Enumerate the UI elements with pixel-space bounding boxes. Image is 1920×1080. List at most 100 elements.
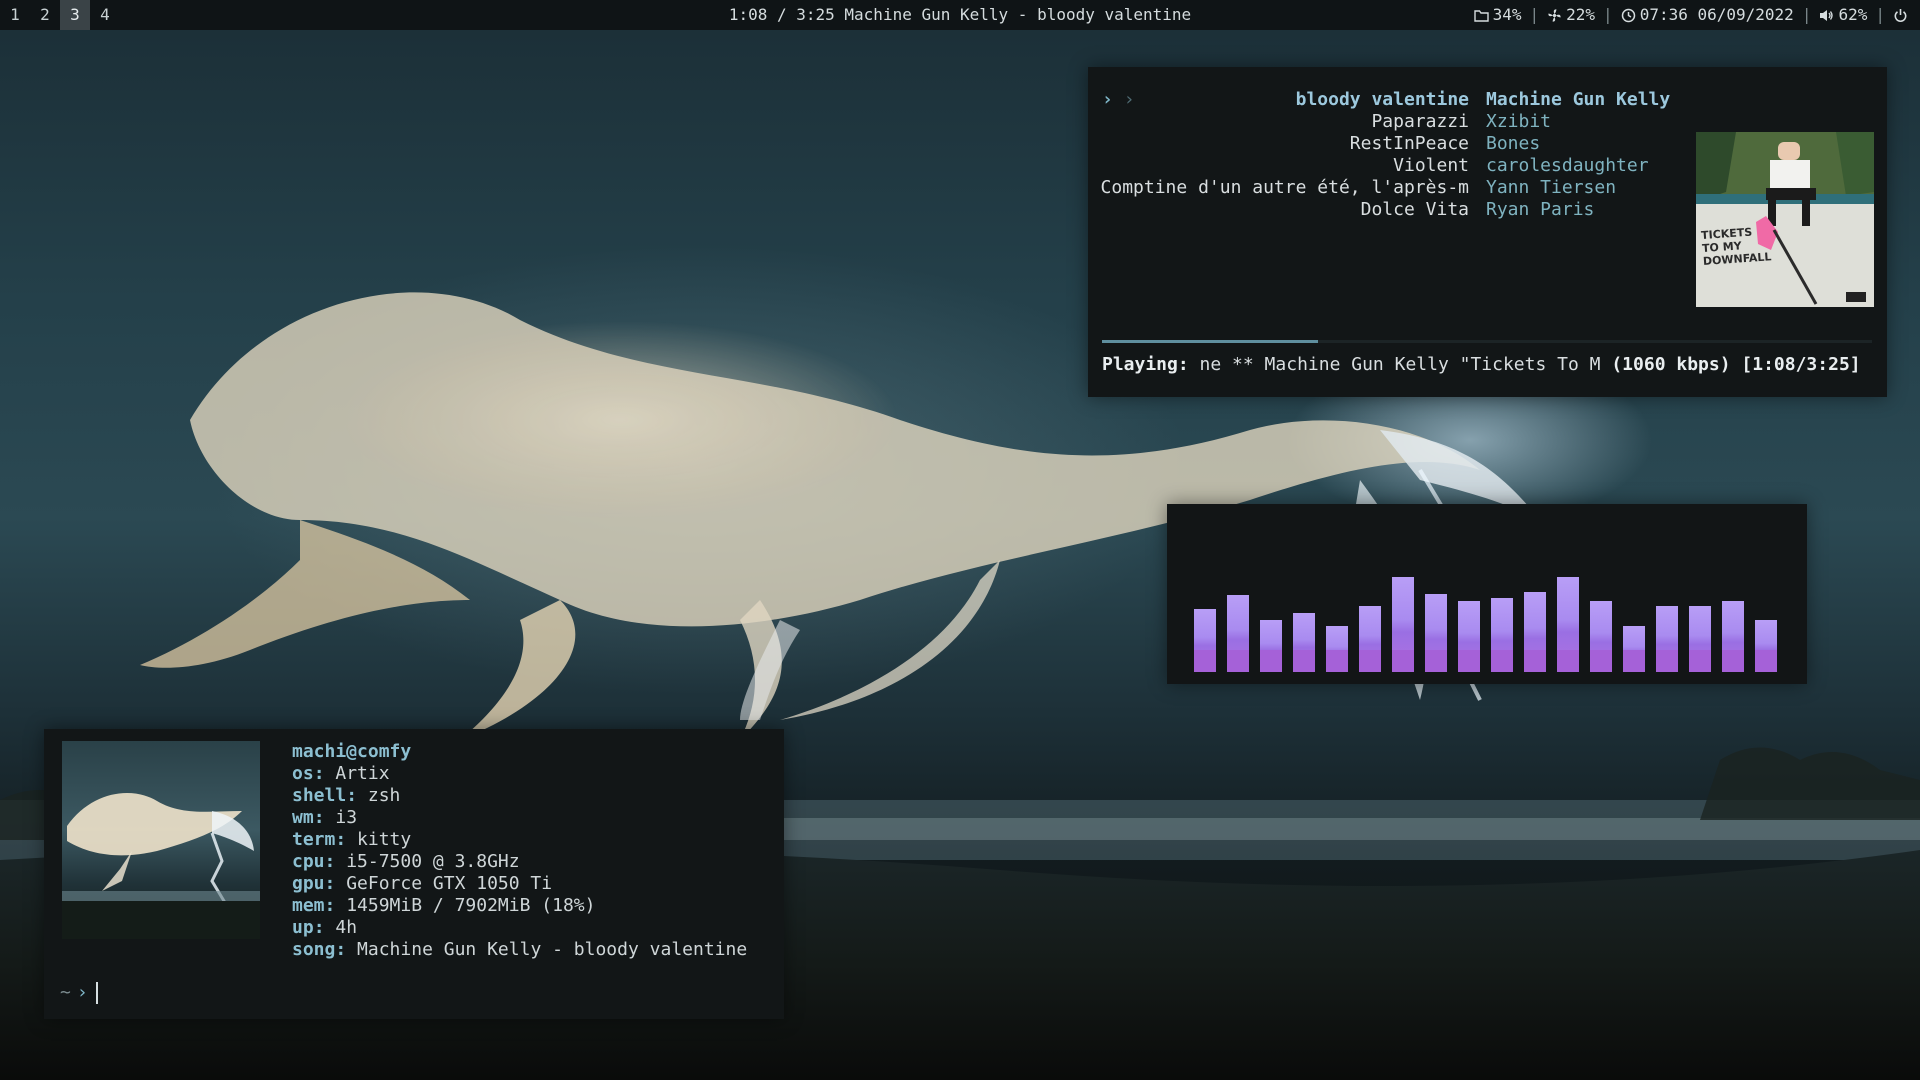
info-line: wm: i3 [292, 807, 358, 828]
track-title: RestInPeace [1349, 133, 1469, 154]
info-line: term: kitty [292, 829, 412, 850]
info-value: i3 [335, 807, 358, 828]
info-key: gpu [292, 873, 325, 894]
status-text: ne ** Machine Gun Kelly "Tickets To M [1188, 354, 1612, 375]
bitrate: (1060 kbps) [1611, 354, 1731, 375]
info-line: up: 4h [292, 917, 358, 938]
workspace-2[interactable]: 2 [30, 0, 60, 30]
info-key: mem [292, 895, 325, 916]
visualizer-bar [1392, 577, 1414, 672]
info-line: os: Artix [292, 763, 390, 784]
playlist-item[interactable]: bloody valentine Machine Gun Kelly [1088, 89, 1888, 111]
fan-icon [1547, 8, 1562, 23]
info-key: cpu [292, 851, 325, 872]
power-icon[interactable] [1893, 8, 1908, 23]
track-artist: carolesdaughter [1486, 155, 1649, 176]
status-separator: | [1801, 5, 1812, 24]
clock-icon [1621, 8, 1636, 23]
status-label: Playing: [1102, 354, 1189, 375]
visualizer-bar [1260, 620, 1282, 672]
visualizer-bar [1425, 594, 1447, 672]
system-info: machi@comfy os: Artix shell: zsh wm: i3 … [292, 741, 747, 961]
info-value: 1459MiB / 7902MiB (18%) [346, 895, 596, 916]
visualizer-bar [1491, 598, 1513, 672]
info-value: zsh [367, 785, 401, 806]
playback-progress[interactable] [1102, 340, 1872, 343]
volume-level: 62% [1838, 5, 1868, 24]
workspace-3[interactable]: 3 [60, 0, 90, 30]
prompt-arrow: › [76, 982, 88, 1003]
workspace-label: 2 [40, 5, 50, 24]
info-value: kitty [357, 829, 412, 850]
track-artist: Xzibit [1486, 111, 1552, 132]
prompt-directory: ~ [60, 982, 71, 1003]
text-cursor [95, 982, 98, 1004]
cpu-usage: 22% [1566, 5, 1596, 24]
info-line: shell: zsh [292, 785, 401, 806]
track-title: Paparazzi [1371, 111, 1469, 132]
audio-visualizer [1167, 504, 1807, 684]
status-separator: | [1603, 5, 1613, 24]
status-separator: | [1529, 5, 1540, 24]
track-artist: Machine Gun Kelly [1486, 89, 1671, 110]
info-line: song: Machine Gun Kelly - bloody valenti… [292, 939, 748, 960]
info-key: up [292, 917, 314, 938]
clock-status[interactable]: 07:36 06/09/2022 [1621, 0, 1794, 30]
user-host: machi@comfy [292, 741, 412, 762]
visualizer-bar [1458, 601, 1480, 672]
workspace-1[interactable]: 1 [0, 0, 30, 30]
track-title: Comptine d'un autre été, l'après-m [1100, 177, 1469, 198]
info-value: Machine Gun Kelly - bloody valentine [357, 939, 748, 960]
visualizer-bar [1524, 592, 1546, 672]
info-value: Artix [335, 763, 390, 784]
volume-status[interactable]: 62% [1819, 0, 1867, 30]
visualizer-bar [1326, 626, 1348, 672]
info-line: gpu: GeForce GTX 1050 Ti [292, 873, 553, 894]
album-cover-text: TICKETS TO MY DOWNFALL [1700, 225, 1772, 269]
playlist-item[interactable]: Paparazzi Xzibit [1088, 111, 1888, 133]
info-value: GeForce GTX 1050 Ti [346, 873, 553, 894]
visualizer-bar [1623, 626, 1645, 672]
info-key: term [292, 829, 336, 850]
top-bar: 1 2 3 4 1:08 / 3:25 Machine Gun Kelly - … [0, 0, 1920, 30]
info-value: i5-7500 @ 3.8GHz [346, 851, 520, 872]
album-cover: TICKETS TO MY DOWNFALL [1696, 132, 1874, 307]
workspace-label: 3 [70, 5, 80, 24]
track-artist: Bones [1486, 133, 1541, 154]
visualizer-bar [1194, 609, 1216, 672]
workspace-label: 1 [10, 5, 20, 24]
status-separator: | [1875, 5, 1885, 24]
visualizer-bar [1359, 606, 1381, 672]
music-player-window[interactable]: › › bloody valentine Machine Gun Kelly P… [1088, 67, 1887, 397]
cpu-status: 22% [1547, 0, 1595, 30]
visualizer-bar [1557, 577, 1579, 672]
info-key: shell [292, 785, 347, 806]
shell-prompt[interactable]: ~ › [60, 981, 98, 1005]
info-key: wm [292, 807, 314, 828]
playback-progress-fill [1102, 340, 1318, 343]
info-line: cpu: i5-7500 @ 3.8GHz [292, 851, 520, 872]
info-key: song [292, 939, 336, 960]
info-value: 4h [335, 917, 358, 938]
info-line: mem: 1459MiB / 7902MiB (18%) [292, 895, 596, 916]
track-title: Violent [1393, 155, 1469, 176]
player-status-line: Playing: ne ** Machine Gun Kelly "Ticket… [1102, 353, 1874, 377]
visualizer-bar [1293, 613, 1315, 672]
visualizer-bar [1656, 606, 1678, 672]
playback-time: [1:08/3:25] [1741, 354, 1861, 375]
folder-icon [1473, 8, 1489, 23]
visualizer-bar [1590, 601, 1612, 672]
status-area: 34% | 22% | 07:36 06/09/2022 | 62% | [1473, 0, 1908, 30]
workspace-label: 4 [100, 5, 110, 24]
track-artist: Ryan Paris [1486, 199, 1595, 220]
workspace-4[interactable]: 4 [90, 0, 120, 30]
visualizer-bar [1722, 601, 1744, 672]
disk-status: 34% [1473, 0, 1522, 30]
visualizer-bar [1755, 620, 1777, 672]
terminal-window[interactable]: machi@comfy os: Artix shell: zsh wm: i3 … [44, 729, 784, 1019]
disk-usage: 34% [1492, 5, 1522, 24]
visualizer-bar [1689, 606, 1711, 672]
speaker-icon [1819, 8, 1834, 23]
fetch-image [62, 741, 260, 939]
visualizer-bar [1227, 595, 1249, 672]
